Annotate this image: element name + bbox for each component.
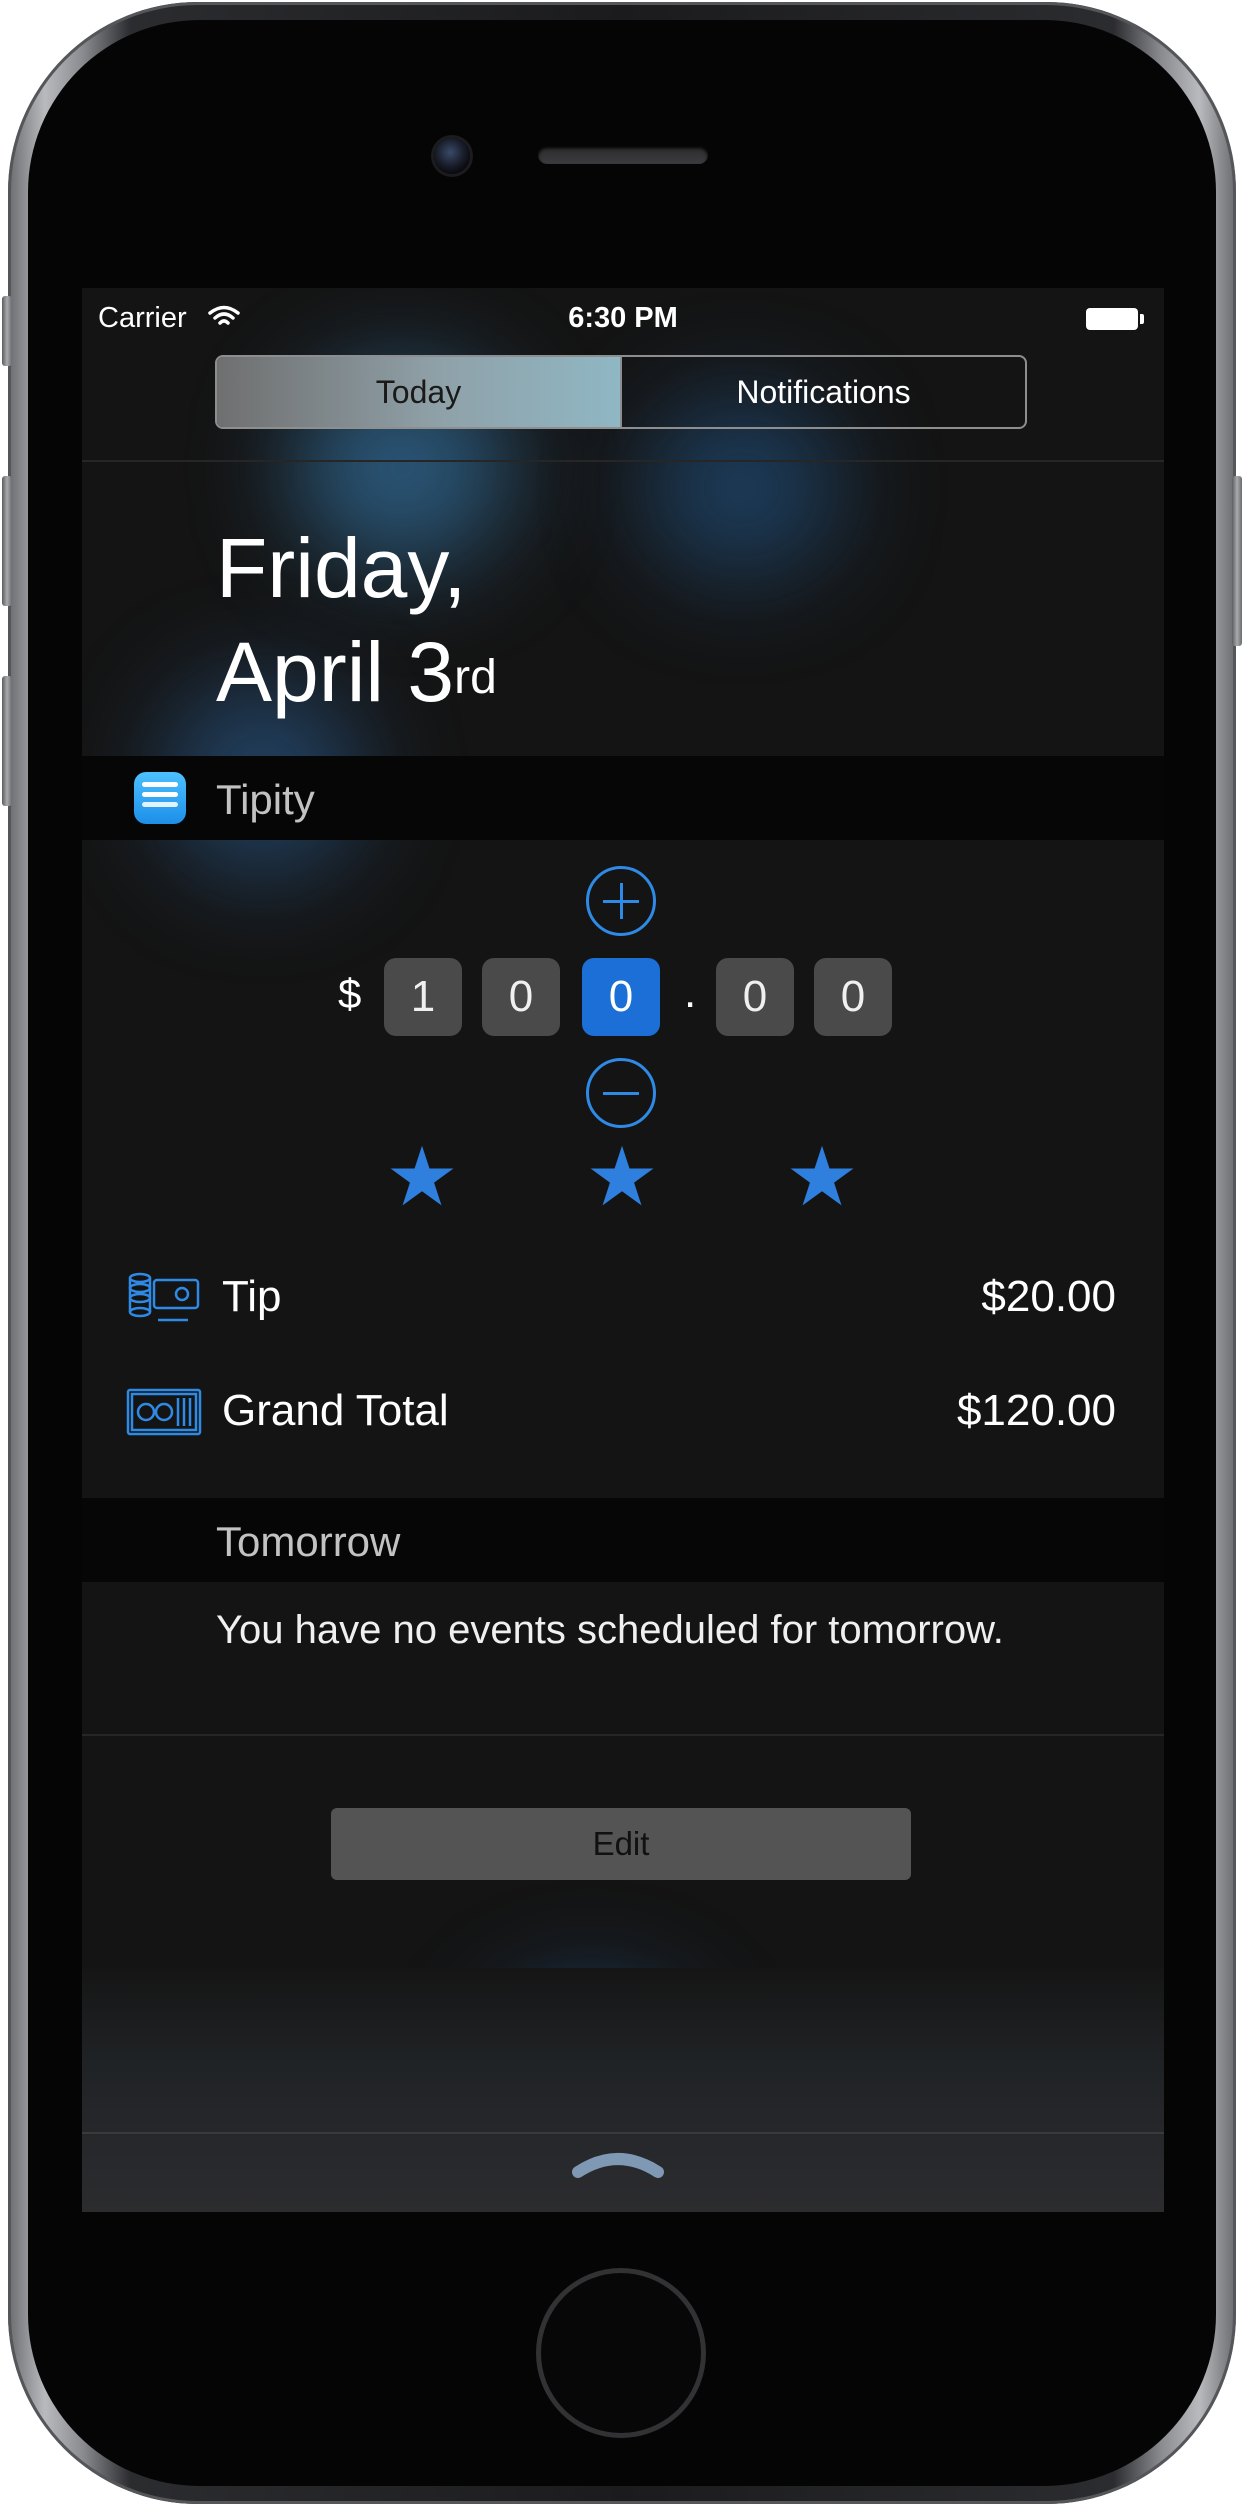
status-time: 6:30 PM (568, 302, 678, 334)
volume-up-button (2, 476, 12, 606)
tomorrow-divider (82, 1734, 1164, 1736)
volume-down-button (2, 676, 12, 806)
edit-button[interactable]: Edit (331, 1808, 911, 1880)
tab-notifications[interactable]: Notifications (620, 357, 1025, 427)
home-button[interactable] (536, 2268, 706, 2438)
mute-switch (2, 296, 12, 366)
chevron-up-icon[interactable] (570, 2148, 666, 2178)
amount-digit[interactable]: 0 (716, 958, 794, 1036)
star-icon[interactable]: ★ (382, 1137, 462, 1219)
tip-value: $20.00 (981, 1272, 1116, 1321)
cash-icon (126, 1388, 202, 1436)
tipity-widget-header[interactable]: Tipity (82, 756, 1164, 840)
amount-digit-selected[interactable]: 0 (582, 958, 660, 1036)
grand-total-value: $120.00 (956, 1386, 1116, 1435)
coins-icon (128, 1272, 200, 1322)
tomorrow-title: Tomorrow (216, 1518, 401, 1565)
star-icon[interactable]: ★ (782, 1137, 862, 1219)
decrement-button[interactable] (586, 1058, 656, 1128)
tomorrow-header: Tomorrow (82, 1498, 1164, 1582)
no-events-message: You have no events scheduled for tomorro… (216, 1608, 1004, 1652)
widget-title: Tipity (216, 776, 315, 823)
tipity-app-icon (134, 772, 186, 824)
tab-today[interactable]: Today (217, 357, 620, 427)
power-button (1232, 476, 1242, 646)
earpiece-speaker (538, 146, 708, 164)
grabber-divider (82, 2132, 1164, 2134)
decimal-separator: . (684, 968, 697, 1017)
ordinal-suffix: rd (454, 651, 497, 704)
front-camera (434, 138, 470, 174)
today-notifications-segmented-control[interactable]: Today Notifications (215, 355, 1027, 429)
status-bar: Carrier 6:30 PM (82, 288, 1164, 348)
header-divider (82, 460, 1164, 462)
currency-symbol: $ (338, 970, 362, 1017)
tip-label: Tip (222, 1272, 282, 1321)
grand-total-label: Grand Total (222, 1386, 449, 1435)
month-day-line: April 3rd (216, 620, 497, 724)
amount-digit[interactable]: 0 (814, 958, 892, 1036)
weekday-label: Friday, (216, 521, 467, 615)
amount-digit[interactable]: 0 (482, 958, 560, 1036)
battery-icon (1086, 308, 1144, 330)
amount-digit[interactable]: 1 (384, 958, 462, 1036)
month-day-label: April 3 (216, 625, 455, 719)
increment-button[interactable] (586, 866, 656, 936)
date-heading: Friday, April 3rd (216, 516, 497, 724)
notification-center-screen: Carrier 6:30 PM Today Notifications Frid… (82, 288, 1164, 2212)
star-icon[interactable]: ★ (582, 1137, 662, 1219)
